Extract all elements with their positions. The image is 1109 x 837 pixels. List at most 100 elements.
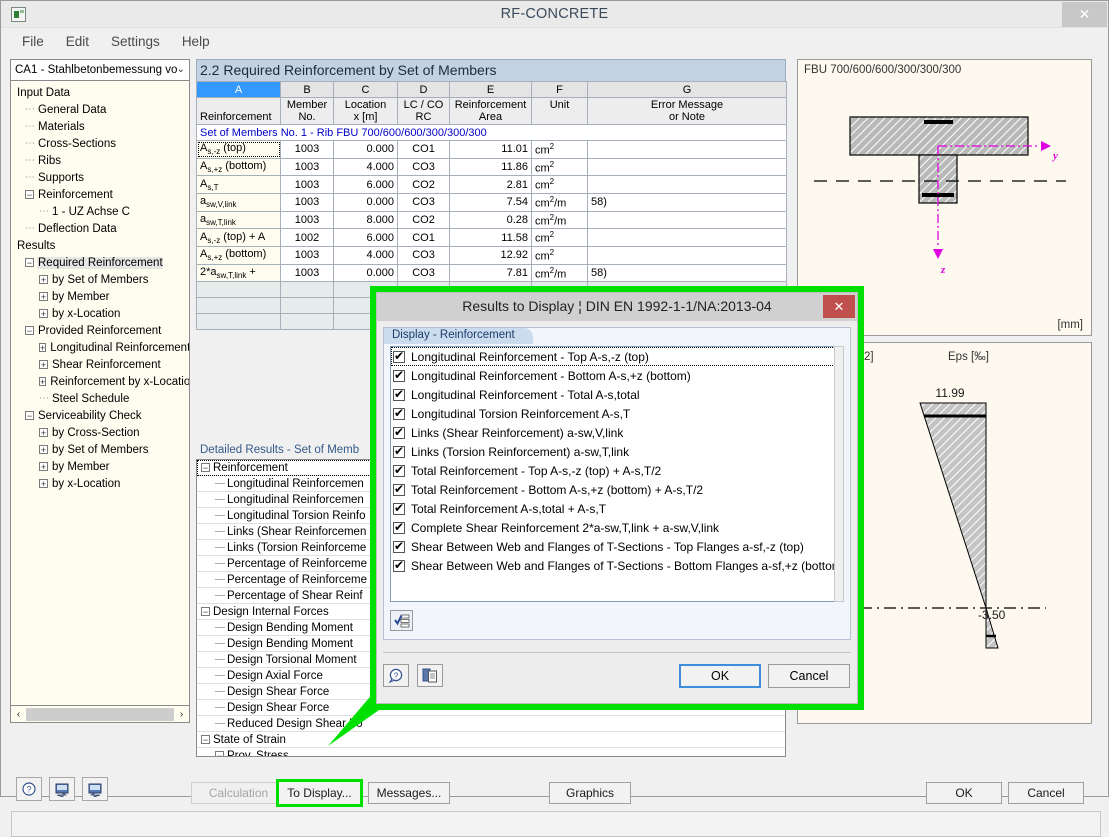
cancel-button[interactable]: Cancel xyxy=(1008,782,1084,804)
cell-reinforcement[interactable]: As,T xyxy=(196,175,281,194)
option-checkbox[interactable] xyxy=(393,444,405,458)
cell-unit[interactable]: cm2 xyxy=(531,157,588,177)
option-checkbox[interactable] xyxy=(393,558,405,572)
dialog-close-button[interactable]: ✕ xyxy=(823,295,855,318)
reinforcement-options-list[interactable]: Longitudinal Reinforcement - Top A-s,-z … xyxy=(390,346,844,602)
option-checkbox[interactable] xyxy=(393,520,405,534)
option-checkbox[interactable] xyxy=(393,482,405,496)
graphics-button[interactable]: Graphics xyxy=(549,782,631,804)
messages-button[interactable]: Messages... xyxy=(368,782,450,804)
cell-lc-co[interactable]: CO2 xyxy=(397,175,450,194)
collapse-toggle-icon[interactable]: − xyxy=(201,463,210,473)
cell-lc-co[interactable]: CO2 xyxy=(397,210,450,230)
dialog-cancel-button[interactable]: Cancel xyxy=(768,664,850,688)
cell-unit[interactable]: cm2/m xyxy=(531,210,588,230)
table-row[interactable]: 2*asw,T,link +1003 0.000 CO3 7.81 cm2/m 58) xyxy=(196,263,787,283)
option-checkbox[interactable] xyxy=(393,425,405,439)
scroll-right-arrow[interactable]: › xyxy=(175,709,188,720)
expand-toggle-icon[interactable]: + xyxy=(39,360,48,370)
cell-lc-co[interactable]: CO3 xyxy=(397,245,450,265)
reinforcement-option-row[interactable]: Links (Torsion Reinforcement) a-sw,T,lin… xyxy=(391,442,843,461)
cell-member-no[interactable]: 1003 xyxy=(280,140,334,159)
menu-file[interactable]: File xyxy=(11,31,55,52)
option-checkbox[interactable] xyxy=(393,349,405,363)
expand-toggle-icon[interactable]: + xyxy=(39,445,48,455)
tree-item-by-x-location[interactable]: + by x-Location xyxy=(11,475,189,492)
cell-member-no[interactable]: 1003 xyxy=(280,263,334,283)
to-display-button[interactable]: To Display... xyxy=(276,779,363,807)
dialog-ok-button[interactable]: OK xyxy=(679,664,761,688)
reinforcement-option-row[interactable]: Longitudinal Reinforcement - Total A-s,t… xyxy=(391,385,843,404)
cell-note[interactable] xyxy=(587,228,787,247)
design-case-combobox[interactable]: CA1 - Stahlbetonbemessung vo ⌄ xyxy=(10,59,190,81)
navigation-tree[interactable]: Input Data ⋯ General Data ⋯ Materials ⋯ Cross-… xyxy=(10,81,190,706)
empty-cell[interactable] xyxy=(196,313,281,331)
tree-item-by-member[interactable]: + by Member xyxy=(11,288,189,305)
cell-unit[interactable]: cm2/m xyxy=(531,192,588,212)
calculation-button[interactable]: Calculation xyxy=(191,782,286,804)
cell-member-no[interactable]: 1002 xyxy=(280,228,334,247)
cell-area[interactable]: 7.81 xyxy=(449,263,532,283)
tree-item-deflection-data[interactable]: ⋯ Deflection Data xyxy=(11,220,189,237)
tree-item-by-cross-section[interactable]: + by Cross-Section xyxy=(11,424,189,441)
reinforcement-option-row[interactable]: Shear Between Web and Flanges of T-Secti… xyxy=(391,556,843,575)
tree-item-ribs[interactable]: ⋯ Ribs xyxy=(11,152,189,169)
cell-member-no[interactable]: 1003 xyxy=(280,192,334,212)
cell-location[interactable]: 0.000 xyxy=(333,140,398,159)
cell-reinforcement[interactable]: As,-z (top) xyxy=(196,140,281,159)
cell-location[interactable]: 6.000 xyxy=(333,228,398,247)
collapse-toggle-icon[interactable]: − xyxy=(201,735,210,745)
option-checkbox[interactable] xyxy=(393,539,405,553)
table-row[interactable]: As,+z (bottom) 1003 4.000 CO3 12.92 cm2 xyxy=(196,245,787,265)
tree-item-longitudinal-reinforcement[interactable]: + Longitudinal Reinforcement xyxy=(11,339,189,356)
column-letter-e[interactable]: E xyxy=(449,81,532,98)
cell-location[interactable]: 8.000 xyxy=(333,210,398,230)
cell-member-no[interactable]: 1003 xyxy=(280,175,334,194)
cell-note[interactable]: 58) xyxy=(587,192,787,212)
menu-help[interactable]: Help xyxy=(171,31,221,52)
table-row[interactable]: asw,T,link 1003 8.000 CO2 0.28 cm2/m xyxy=(196,210,787,230)
select-all-button[interactable] xyxy=(390,610,413,631)
column-letter-c[interactable]: C xyxy=(333,81,398,98)
empty-cell[interactable] xyxy=(280,313,334,331)
chevron-down-icon[interactable]: ⌄ xyxy=(177,64,185,75)
cell-note[interactable]: 58) xyxy=(587,263,787,283)
option-checkbox[interactable] xyxy=(393,463,405,477)
cell-location[interactable]: 4.000 xyxy=(333,157,398,177)
cell-location[interactable]: 0.000 xyxy=(333,192,398,212)
dialog-help-button[interactable]: ? xyxy=(383,664,409,687)
expand-toggle-icon[interactable]: + xyxy=(39,428,48,438)
column-letter-f[interactable]: F xyxy=(531,81,588,98)
cell-unit[interactable]: cm2 xyxy=(531,140,588,159)
expand-toggle-icon[interactable]: + xyxy=(39,275,48,285)
cell-unit[interactable]: cm2 xyxy=(531,245,588,265)
detailed-result-item[interactable]: − State of Strain xyxy=(197,732,785,748)
cell-reinforcement[interactable]: As,+z (bottom) xyxy=(196,245,281,265)
empty-cell[interactable] xyxy=(196,297,281,315)
cell-area[interactable]: 11.01 xyxy=(449,140,532,159)
expand-toggle-icon[interactable]: + xyxy=(39,479,48,489)
cell-area[interactable]: 0.28 xyxy=(449,210,532,230)
collapse-toggle-icon[interactable]: − xyxy=(25,258,34,268)
column-letter-d[interactable]: D xyxy=(397,81,450,98)
tree-item-results[interactable]: Results xyxy=(11,237,189,254)
ok-button[interactable]: OK xyxy=(926,782,1002,804)
cell-note[interactable] xyxy=(587,175,787,194)
reinforcement-option-row[interactable]: Total Reinforcement - Bottom A-s,+z (bot… xyxy=(391,480,843,499)
tree-item-materials[interactable]: ⋯ Materials xyxy=(11,118,189,135)
collapse-toggle-icon[interactable]: − xyxy=(25,411,34,421)
tree-item-1-uz-achse-c[interactable]: ⋯ 1 - UZ Achse C xyxy=(11,203,189,220)
expand-toggle-icon[interactable]: + xyxy=(39,343,47,353)
reinforcement-option-row[interactable]: Total Reinforcement A-s,total + A-s,T xyxy=(391,499,843,518)
collapse-toggle-icon[interactable]: − xyxy=(215,751,224,756)
tree-item-by-member[interactable]: + by Member xyxy=(11,458,189,475)
menu-edit[interactable]: Edit xyxy=(55,31,100,52)
tree-item-reinforcement[interactable]: − Reinforcement xyxy=(11,186,189,203)
scroll-left-arrow[interactable]: ‹ xyxy=(12,709,25,720)
tree-item-input-data[interactable]: Input Data xyxy=(11,84,189,101)
tree-item-reinforcement-by-x-location[interactable]: + Reinforcement by x-Location xyxy=(11,373,189,390)
cell-unit[interactable]: cm2 xyxy=(531,175,588,194)
table-row[interactable]: As,+z (bottom) 1003 4.000 CO3 11.86 cm2 xyxy=(196,157,787,177)
cell-unit[interactable]: cm2/m xyxy=(531,263,588,283)
cell-reinforcement[interactable]: asw,V,link xyxy=(196,192,281,212)
